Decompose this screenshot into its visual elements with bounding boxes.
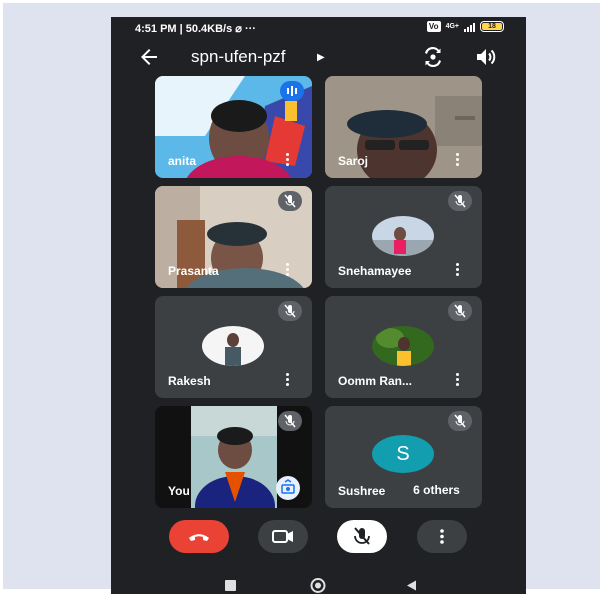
participant-name: Prasanta <box>168 264 219 278</box>
more-options-button[interactable] <box>417 520 467 553</box>
mic-off-icon <box>278 411 302 431</box>
end-call-button[interactable] <box>169 520 229 553</box>
phone-screen: 4:51 PM | 50.4KB/s ⌀ ··· Vo 4G+ 18 spn-u… <box>111 17 526 594</box>
participant-name: Sushree <box>338 484 386 498</box>
participant-name: Snehamayee <box>338 264 412 278</box>
caret-right-icon[interactable]: ▶ <box>317 52 325 63</box>
participant-tile-prasanta[interactable]: Prasanta <box>155 186 312 288</box>
mic-button[interactable] <box>337 520 387 553</box>
mic-off-icon <box>278 301 302 321</box>
mic-off-icon <box>448 301 472 321</box>
status-left: 4:51 PM | 50.4KB/s ⌀ ··· <box>135 22 256 35</box>
status-time: 4:51 PM | 50.4KB/s <box>135 23 233 35</box>
speaker-icon[interactable] <box>474 45 498 69</box>
network-label: 4G+ <box>445 23 459 30</box>
system-nav-bar <box>111 577 526 594</box>
mic-off-icon <box>354 527 370 545</box>
more-vert-icon[interactable] <box>286 263 290 277</box>
participant-tile-sushree[interactable]: S Sushree 6 others <box>325 406 482 508</box>
recents-icon[interactable] <box>225 580 236 591</box>
avatar <box>202 326 264 366</box>
participant-tile-snehamayee[interactable]: Snehamayee <box>325 186 482 288</box>
status-bar: 4:51 PM | 50.4KB/s ⌀ ··· Vo 4G+ 18 <box>111 17 526 39</box>
end-call-icon <box>189 534 209 541</box>
screenshot-frame: 4:51 PM | 50.4KB/s ⌀ ··· Vo 4G+ 18 spn-u… <box>3 3 600 594</box>
participant-tile-saroj[interactable]: Saroj <box>325 76 482 178</box>
avatar <box>372 216 434 256</box>
alarm-off-icon: ⌀ ··· <box>235 23 256 35</box>
camera-button[interactable] <box>258 520 308 553</box>
participant-tile-anita[interactable]: anita <box>155 76 312 178</box>
mic-off-icon <box>448 411 472 431</box>
participant-tile-oomm[interactable]: Oomm Ran... <box>325 296 482 398</box>
status-right: Vo 4G+ 18 <box>426 21 504 32</box>
speaking-indicator-icon <box>280 81 304 101</box>
participant-name: anita <box>168 154 197 168</box>
meeting-code[interactable]: spn-ufen-pzf <box>191 47 286 67</box>
sim-badge: Vo <box>426 21 441 32</box>
participant-name: Rakesh <box>168 374 211 388</box>
visual-effects-icon[interactable] <box>276 476 300 500</box>
participant-name: Oomm Ran... <box>338 374 413 388</box>
battery-icon: 18 <box>480 21 504 32</box>
others-count-chip[interactable]: 6 others <box>405 479 468 501</box>
battery-level: 18 <box>482 23 502 30</box>
more-vert-icon <box>440 529 444 544</box>
switch-camera-icon[interactable] <box>421 45 445 69</box>
more-vert-icon[interactable] <box>286 153 290 167</box>
participant-tile-rakesh[interactable]: Rakesh <box>155 296 312 398</box>
call-header: spn-ufen-pzf ▶ <box>111 43 526 75</box>
camera-icon <box>272 530 293 543</box>
avatar-initial: S <box>372 435 434 473</box>
mic-off-icon <box>448 191 472 211</box>
more-vert-icon[interactable] <box>456 153 460 167</box>
more-vert-icon[interactable] <box>456 373 460 387</box>
back-nav-icon[interactable] <box>407 580 416 591</box>
signal-icon <box>464 22 475 32</box>
avatar <box>372 326 434 366</box>
participant-name: You <box>168 484 190 498</box>
participant-tile-you[interactable]: You <box>155 406 312 508</box>
participant-name: Saroj <box>338 154 369 168</box>
more-vert-icon[interactable] <box>456 263 460 277</box>
back-arrow-icon[interactable] <box>137 45 161 69</box>
mic-off-icon <box>278 191 302 211</box>
more-vert-icon[interactable] <box>286 373 290 387</box>
